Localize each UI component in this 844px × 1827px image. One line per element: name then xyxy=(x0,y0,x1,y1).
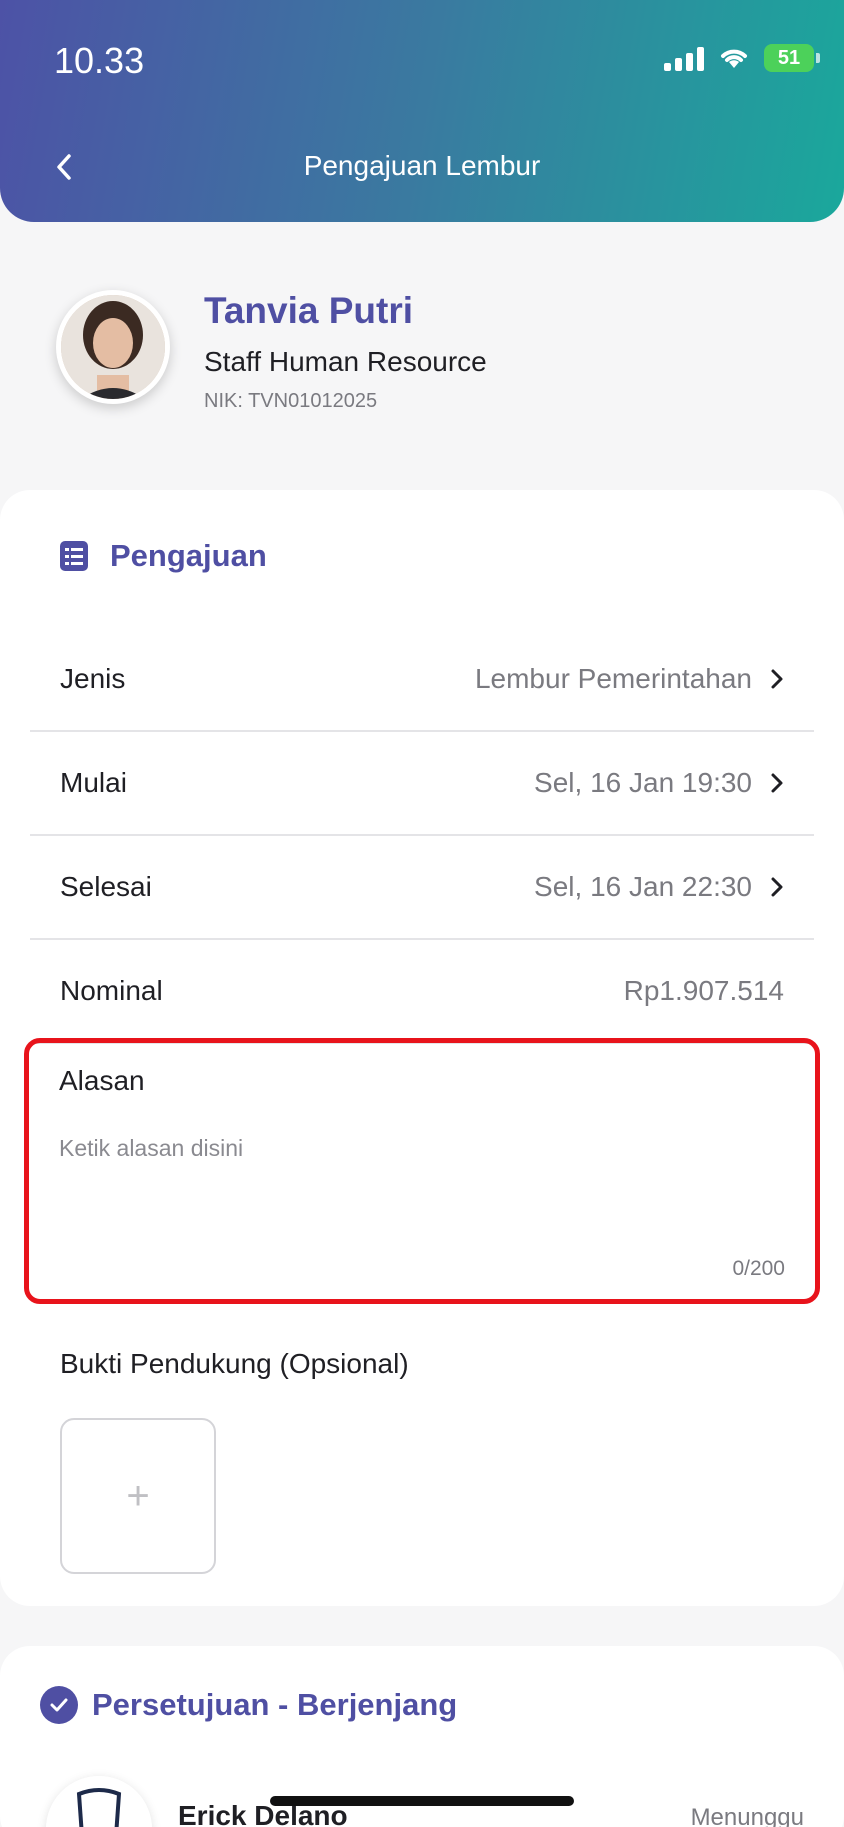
proof-label: Bukti Pendukung (Opsional) xyxy=(60,1348,409,1379)
page-title: Pengajuan Lembur xyxy=(303,150,541,181)
chevron-right-icon xyxy=(771,669,783,689)
form-rows: Jenis Lembur Pemerintahan Mulai Sel, 16 … xyxy=(30,628,814,1044)
row-value: Lembur Pemerintahan xyxy=(474,663,752,694)
row-label: Jenis xyxy=(60,663,126,694)
wifi-icon xyxy=(721,49,747,68)
section-header-approval: Persetujuan - Berjenjang xyxy=(40,1686,457,1724)
status-time: 10.33 xyxy=(54,40,145,81)
section-title: Persetujuan - Berjenjang xyxy=(92,1687,458,1722)
employee-name: Tanvia Putri xyxy=(204,290,414,331)
form-list-icon xyxy=(60,541,88,571)
avatar xyxy=(56,290,170,404)
row-value: Rp1.907.514 xyxy=(623,975,784,1006)
approval-status: Menunggu xyxy=(690,1804,804,1827)
row-mulai[interactable]: Mulai Sel, 16 Jan 19:30 xyxy=(30,732,814,836)
row-selesai[interactable]: Selesai Sel, 16 Jan 22:30 xyxy=(30,836,814,940)
battery-icon: 51 xyxy=(764,44,820,72)
approver-avatar xyxy=(46,1776,152,1827)
reason-input[interactable] xyxy=(59,1135,759,1162)
status-icons: 51 xyxy=(664,44,820,72)
plus-icon: + xyxy=(126,1473,150,1518)
row-label: Selesai xyxy=(60,871,152,902)
row-nominal: Nominal Rp1.907.514 xyxy=(30,940,814,1044)
row-value: Sel, 16 Jan 19:30 xyxy=(534,767,752,798)
add-attachment-button[interactable]: + xyxy=(60,1418,216,1574)
row-value: Sel, 16 Jan 22:30 xyxy=(534,871,752,902)
row-label: Mulai xyxy=(60,767,127,798)
pengajuan-card: Pengajuan Jenis Lembur Pemerintahan Mula… xyxy=(0,490,844,1606)
row-jenis[interactable]: Jenis Lembur Pemerintahan xyxy=(30,628,814,732)
employee-profile: Tanvia Putri Staff Human Resource NIK: T… xyxy=(56,290,487,412)
app-header: 10.33 51 Pengajuan Lembur xyxy=(0,0,844,222)
cellular-signal-icon xyxy=(664,45,704,71)
reason-field[interactable]: Alasan 0/200 xyxy=(24,1038,820,1304)
character-counter: 0/200 xyxy=(732,1257,785,1280)
employee-nik: NIK: TVN01012025 xyxy=(204,390,378,412)
employee-role: Staff Human Resource xyxy=(204,346,487,377)
chevron-right-icon xyxy=(771,773,783,793)
section-header-pengajuan: Pengajuan xyxy=(58,538,267,574)
battery-level: 51 xyxy=(777,46,801,69)
reason-label: Alasan xyxy=(59,1065,145,1096)
row-label: Nominal xyxy=(60,975,163,1006)
section-title: Pengajuan xyxy=(110,538,267,573)
check-circle-icon xyxy=(40,1686,78,1724)
home-indicator xyxy=(270,1796,574,1806)
chevron-right-icon xyxy=(771,877,783,897)
